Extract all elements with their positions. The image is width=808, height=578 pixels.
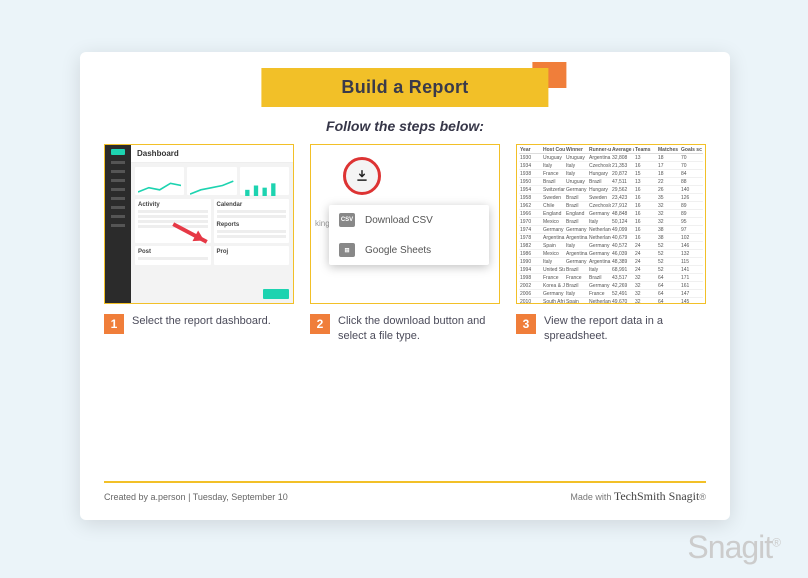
dashboard-heading: Dashboard (131, 145, 293, 163)
table-row: 1990ItalyGermanyArgentina48,3892452115 (519, 258, 703, 266)
table-row: 1994United StatesBrazilItaly68,991245214… (519, 266, 703, 274)
tutorial-card: Build a Report Follow the steps below: D… (80, 52, 730, 520)
table-header-cell: Average attendance (611, 147, 634, 153)
brand-name: TechSmith Snagit (614, 489, 700, 503)
step-caption: View the report data in a spreadsheet. (544, 314, 706, 344)
table-header-cell: Host Country (542, 147, 565, 153)
title-block: Build a Report (261, 68, 548, 107)
table-row: 1986MexicoArgentinaGermany46,0392452132 (519, 250, 703, 258)
table-row: 2006GermanyItalyFrance52,4913264147 (519, 290, 703, 298)
table-row: 1962ChileBrazilCzechoslovakia27,91216328… (519, 202, 703, 210)
screenshot-download-menu: king CSV Download CSV ⊞ Google Sheets (310, 144, 500, 304)
table-row: 1938FranceItalyHungary20,872151884 (519, 170, 703, 178)
table-row: 1934ItalyItalyCzechoslovakia21,353161770 (519, 162, 703, 170)
subtitle: Follow the steps below: (80, 118, 730, 134)
table-row: 1982SpainItalyGermany40,5722452146 (519, 242, 703, 250)
table-header-cell: Goals sc (680, 147, 703, 153)
menu-item-sheets: ⊞ Google Sheets (329, 235, 489, 265)
table-row: 1930UruguayUruguayArgentina32,808131870 (519, 154, 703, 162)
table-row: 2002Korea & JapanBrazilGermany42,2693264… (519, 282, 703, 290)
table-row: 1966EnglandEnglandGermany48,848163289 (519, 210, 703, 218)
csv-icon: CSV (339, 213, 355, 227)
download-button (343, 157, 381, 195)
table-row: 1950BrazilUruguayBrazil47,511132288 (519, 178, 703, 186)
spreadsheet-table: YearHost CountryWinnerRunner-upAverage a… (519, 147, 703, 301)
step-caption: Click the download button and select a f… (338, 314, 500, 344)
step-number: 1 (104, 314, 124, 334)
table-row: 1970MexicoBrazilItaly50,124163295 (519, 218, 703, 226)
steps-row: Dashboard Activity Calendar (104, 144, 706, 344)
dashboard-section-calendar: Calendar (217, 202, 287, 208)
download-icon (355, 169, 369, 183)
background-text-fragment: king (315, 219, 330, 228)
table-row: 1958SwedenBrazilSweden23,4231635126 (519, 194, 703, 202)
dashboard-sidebar (105, 145, 131, 303)
footer-date: Tuesday, September 10 (193, 492, 288, 502)
snagit-watermark: Snagit® (687, 529, 780, 566)
step-caption: Select the report dashboard. (132, 314, 271, 329)
sheets-icon: ⊞ (339, 243, 355, 257)
table-row: 1998FranceFranceBrazil43,5173264171 (519, 274, 703, 282)
screenshot-dashboard: Dashboard Activity Calendar (104, 144, 294, 304)
step-3: YearHost CountryWinnerRunner-upAverage a… (516, 144, 706, 344)
table-row: 1978ArgentinaArgentinaNetherlands40,6791… (519, 234, 703, 242)
footer: Created by a.person | Tuesday, September… (104, 481, 706, 504)
footer-author: Created by a.person (104, 492, 186, 502)
footer-credits: Created by a.person | Tuesday, September… (104, 492, 288, 502)
dashboard-section-reports: Reports (217, 222, 287, 228)
table-header-cell: Teams (634, 147, 657, 153)
menu-item-label: Google Sheets (365, 245, 431, 256)
dashboard-section-proj: Proj (217, 249, 287, 255)
download-menu: CSV Download CSV ⊞ Google Sheets (329, 205, 489, 265)
dashboard-section-post: Post (138, 249, 208, 255)
step-number: 3 (516, 314, 536, 334)
step-2: king CSV Download CSV ⊞ Google Sheets 2 … (310, 144, 500, 344)
table-row: 2010South AfricaSpainNetherlands49,67032… (519, 298, 703, 304)
table-header-cell: Matches (657, 147, 680, 153)
step-1: Dashboard Activity Calendar (104, 144, 294, 344)
title-bar: Build a Report (261, 68, 548, 107)
step-number: 2 (310, 314, 330, 334)
menu-item-csv: CSV Download CSV (329, 205, 489, 235)
dashboard-section-activity: Activity (138, 202, 208, 208)
screenshot-spreadsheet: YearHost CountryWinnerRunner-upAverage a… (516, 144, 706, 304)
footer-madewith: Made with TechSmith Snagit® (570, 489, 706, 504)
menu-item-label: Download CSV (365, 215, 433, 226)
table-header-cell: Year (519, 147, 542, 153)
table-row: 1974GermanyGermanyNetherlands49,09916389… (519, 226, 703, 234)
table-row: 1954SwitzerlandGermanyHungary29,56216261… (519, 186, 703, 194)
page-title: Build a Report (341, 77, 468, 98)
table-header-cell: Runner-up (588, 147, 611, 153)
table-header-cell: Winner (565, 147, 588, 153)
